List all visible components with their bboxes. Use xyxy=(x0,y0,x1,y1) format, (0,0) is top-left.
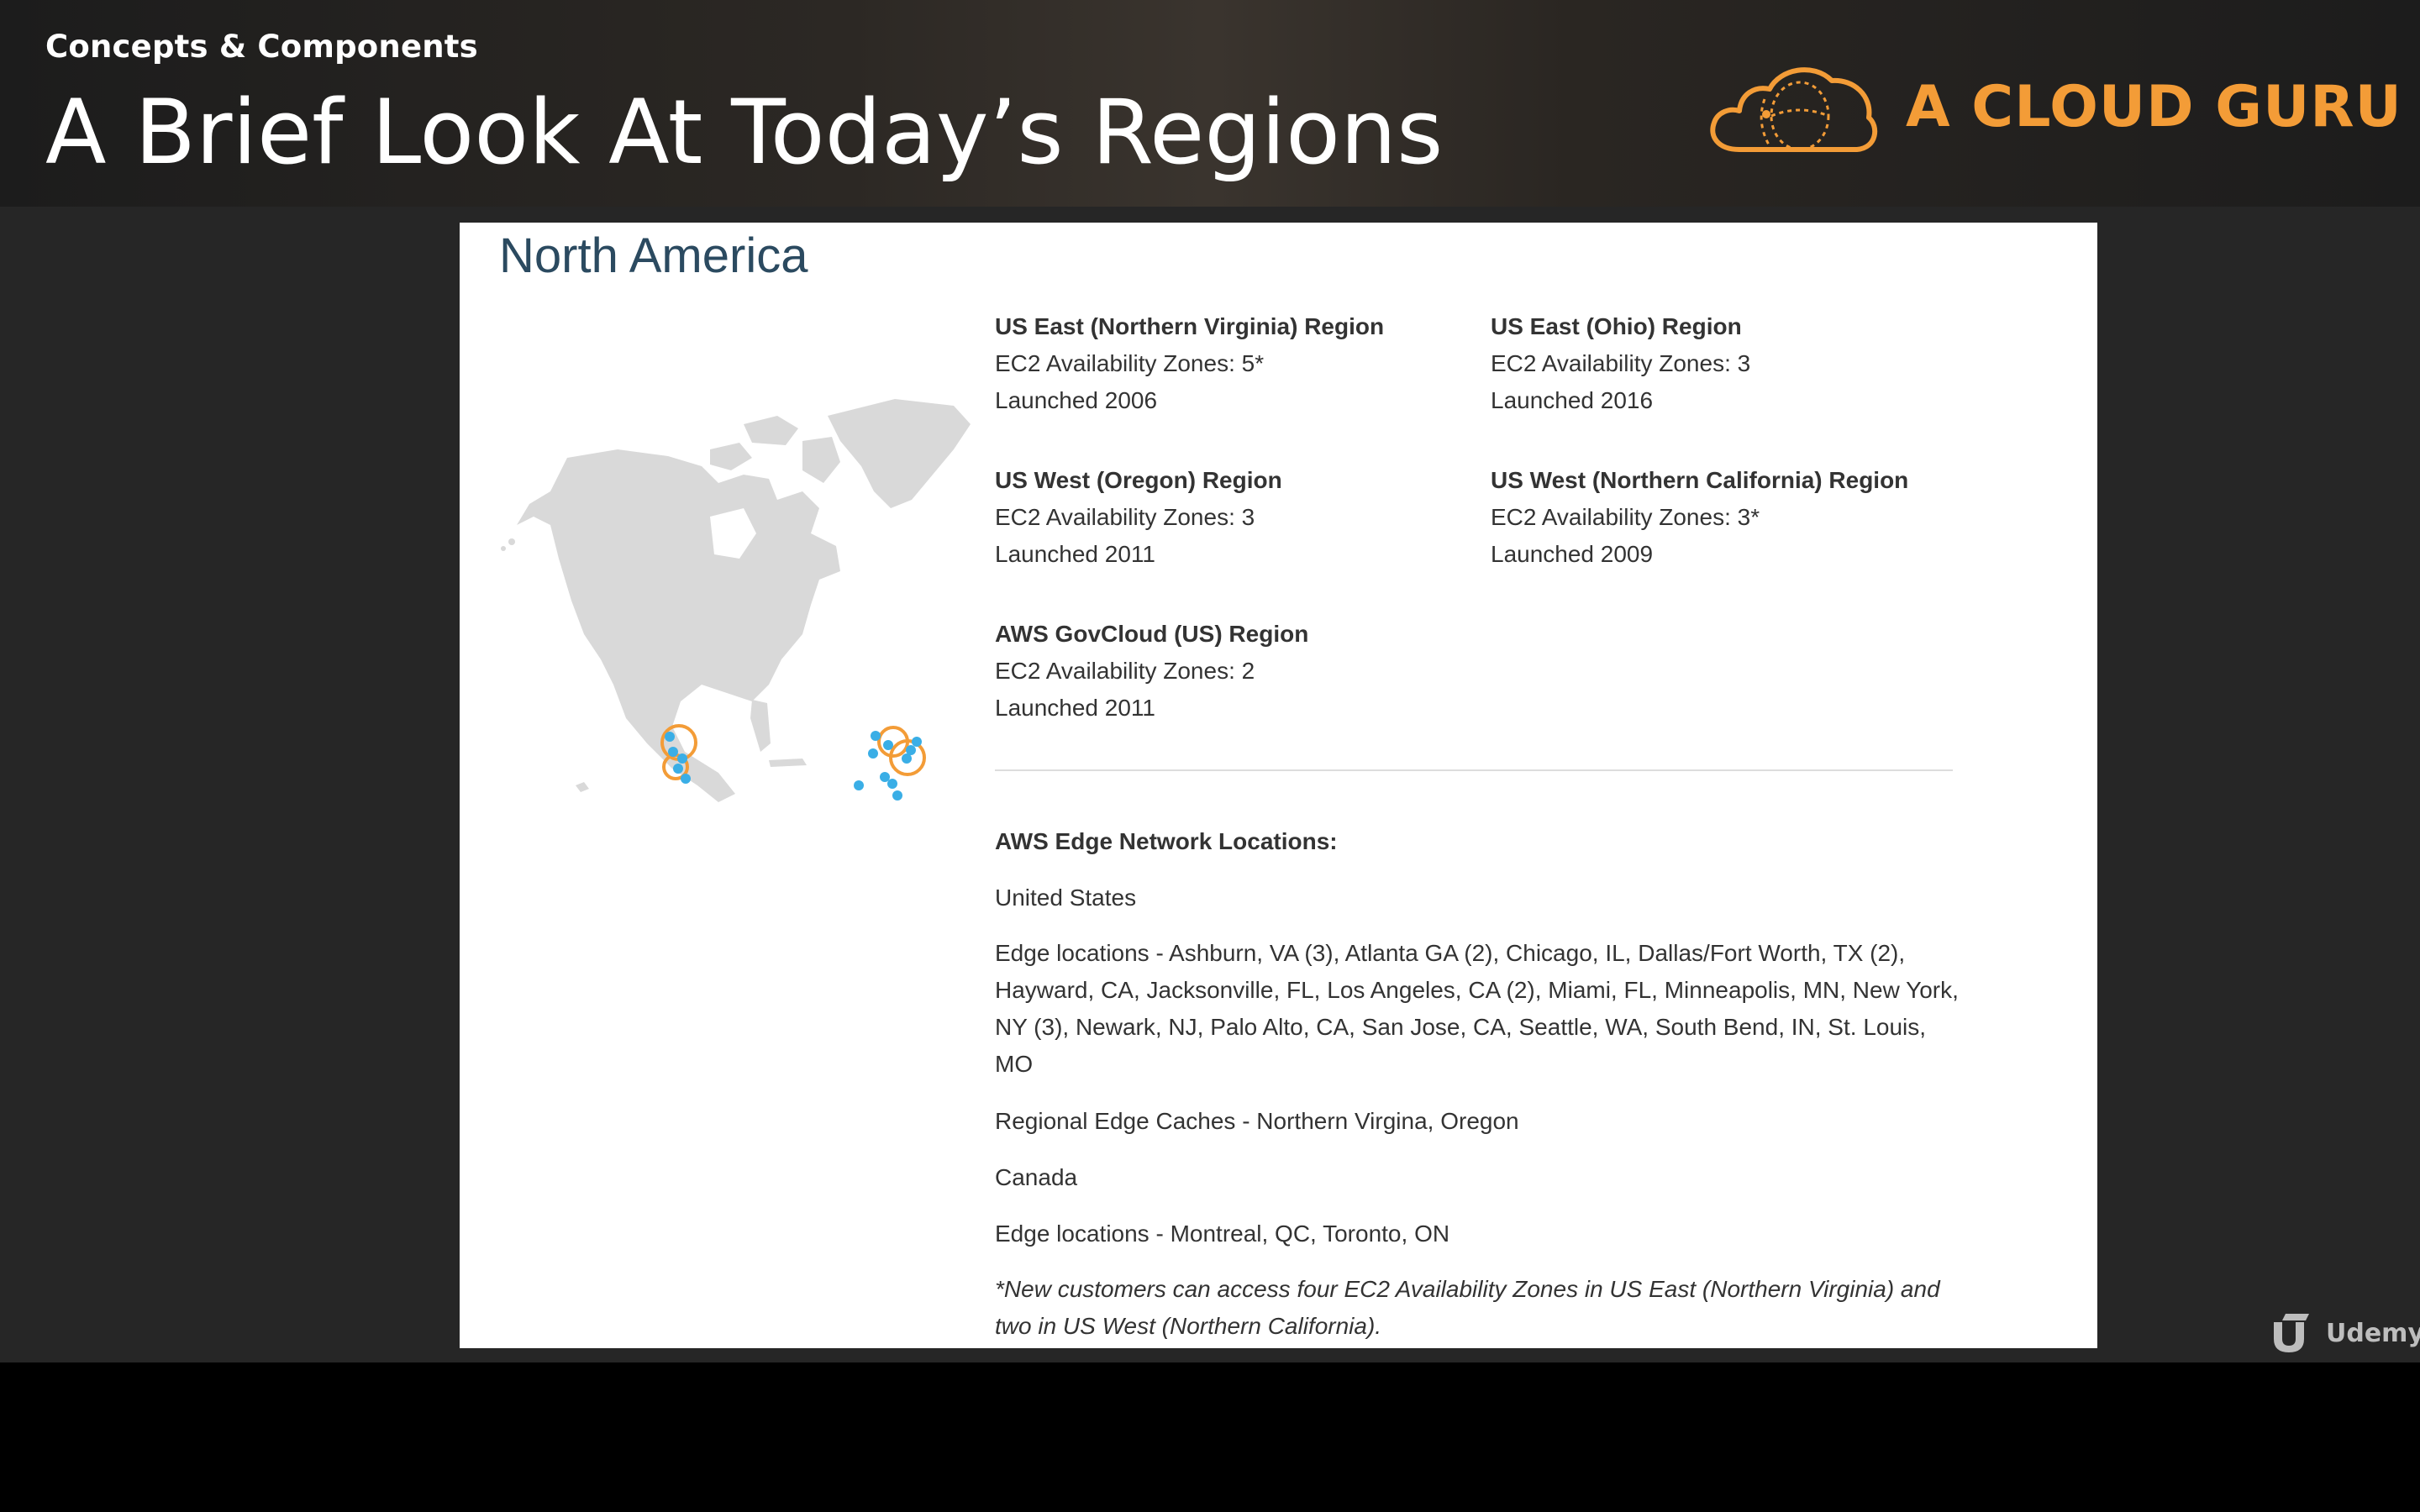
region-name: US West (Northern California) Region xyxy=(1491,467,1909,493)
region-launched: Launched 2016 xyxy=(1491,387,1654,413)
udemy-label: Udemy xyxy=(2326,1319,2420,1348)
region-launched: Launched 2009 xyxy=(1491,541,1654,567)
region-launched: Launched 2011 xyxy=(995,541,1155,567)
region-name: US East (Ohio) Region xyxy=(1491,313,1742,339)
north-america-map xyxy=(501,399,971,802)
edge-us-label: United States xyxy=(995,885,1137,911)
region-name: AWS GovCloud (US) Region xyxy=(995,621,1309,647)
cloud-logo-icon xyxy=(1710,67,1878,152)
slide-header: Concepts & Components A Brief Look At To… xyxy=(0,0,2420,207)
region-name: US West (Oregon) Region xyxy=(995,467,1282,493)
region-us-east-virginia: US East (Northern Virginia) Region EC2 A… xyxy=(995,308,1384,419)
edge-us-caches: Regional Edge Caches - Northern Virgina,… xyxy=(995,1108,1519,1134)
video-frame: Concepts & Components A Brief Look At To… xyxy=(0,0,2420,1362)
region-launched: Launched 2006 xyxy=(995,387,1158,413)
edge-canada-locations: Edge locations - Montreal, QC, Toronto, … xyxy=(995,1221,1450,1247)
brand-logo: A CLOUD GURU xyxy=(1706,55,2402,165)
region-us-east-ohio: US East (Ohio) Region EC2 Availability Z… xyxy=(1491,308,1750,419)
region-zones: EC2 Availability Zones: 2 xyxy=(995,658,1255,684)
slide-title: A Brief Look At Today’s Regions xyxy=(45,81,1444,184)
slide-content: North America US East (Northern Virginia… xyxy=(460,223,2097,1348)
region-launched: Launched 2011 xyxy=(995,695,1155,721)
region-zones: EC2 Availability Zones: 3 xyxy=(995,504,1255,530)
udemy-watermark: Udemy xyxy=(2267,1310,2420,1357)
region-name: US East (Northern Virginia) Region xyxy=(995,313,1385,339)
section-divider xyxy=(995,769,1953,771)
edge-us-locations: Edge locations - Ashburn, VA (3), Atlant… xyxy=(995,940,1959,1077)
edge-heading: AWS Edge Network Locations: xyxy=(995,828,1338,854)
udemy-logo-icon xyxy=(2274,1314,2309,1352)
section-subtitle: Concepts & Components xyxy=(45,29,478,65)
brand-name: A CLOUD GURU xyxy=(1906,74,2402,140)
footnote: *New customers can access four EC2 Avail… xyxy=(995,1276,1940,1339)
edge-canada-label: Canada xyxy=(995,1164,1078,1190)
region-zones: EC2 Availability Zones: 3 xyxy=(1491,350,1751,376)
region-zones: EC2 Availability Zones: 3* xyxy=(1491,504,1760,530)
region-govcloud: AWS GovCloud (US) Region EC2 Availabilit… xyxy=(995,616,1308,727)
region-us-west-oregon: US West (Oregon) Region EC2 Availability… xyxy=(995,462,1282,573)
continent-heading: North America xyxy=(499,228,808,283)
region-us-west-california: US West (Northern California) Region EC2… xyxy=(1491,462,1908,573)
region-zones: EC2 Availability Zones: 5* xyxy=(995,350,1265,376)
